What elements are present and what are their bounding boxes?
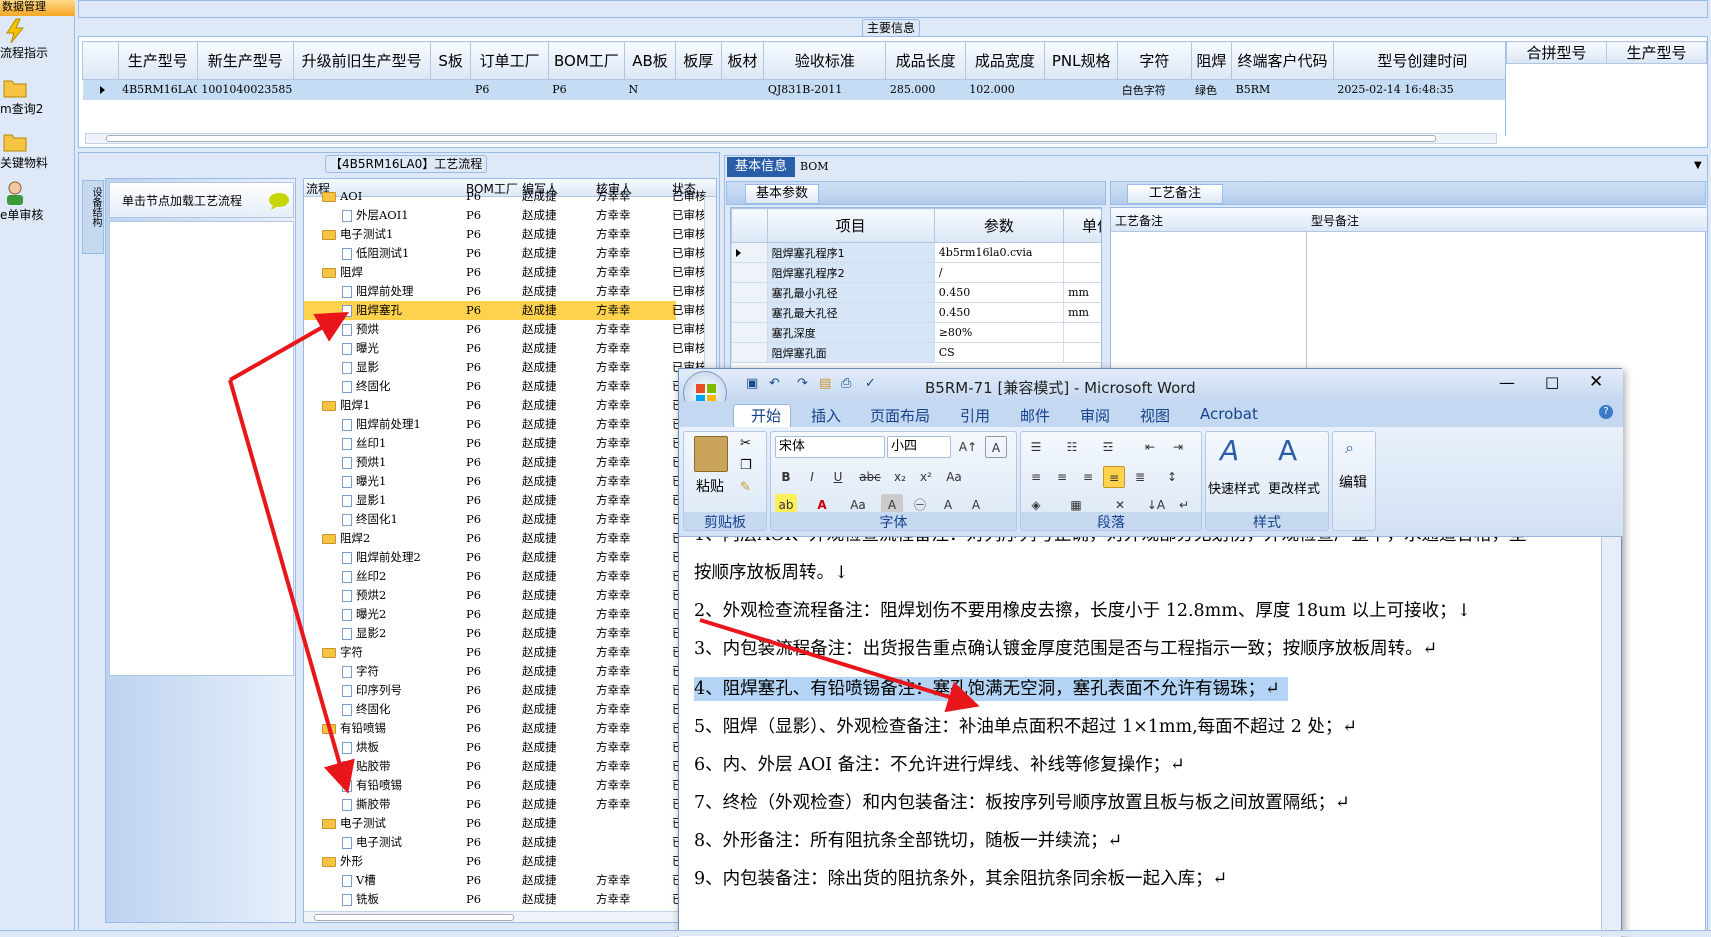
status-bar bbox=[0, 930, 1711, 936]
annotation-overlay bbox=[228, 312, 980, 794]
arrow-to-tin-spray bbox=[228, 379, 355, 794]
arrow-to-note bbox=[699, 618, 980, 713]
arrow-to-tree-node bbox=[229, 312, 349, 382]
